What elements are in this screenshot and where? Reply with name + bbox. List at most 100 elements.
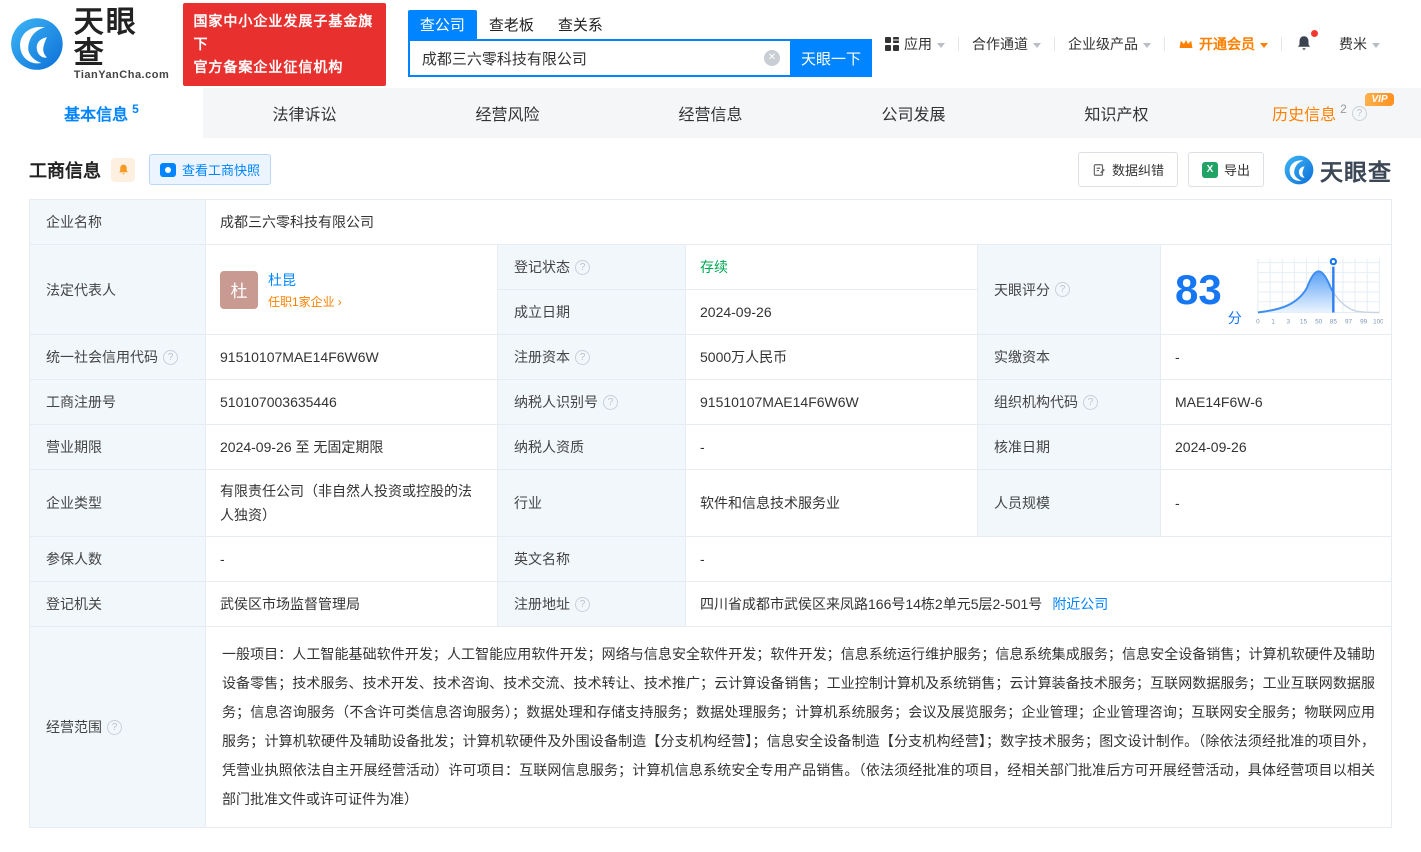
notification-dot <box>1311 29 1318 37</box>
nav-vip[interactable]: 开通会员 <box>1165 34 1281 54</box>
search-input[interactable] <box>407 39 790 77</box>
data-correction-button[interactable]: 数据纠错 <box>1077 152 1178 187</box>
nav-partner-label: 合作通道 <box>972 36 1028 52</box>
crown-icon <box>1179 40 1193 48</box>
tab-history-label: 历史信息 <box>1272 107 1337 124</box>
company-name-label: 企业名称 <box>30 200 206 245</box>
logo-swirl-icon <box>11 18 63 70</box>
tab-basic-label: 基本信息 <box>64 107 129 124</box>
legal-rep-name-link[interactable]: 杜昆 <box>268 270 342 290</box>
notification-bell[interactable] <box>1282 29 1326 55</box>
insured-count-value: - <box>206 537 498 582</box>
nav-user[interactable]: 费米 <box>1326 34 1393 54</box>
snapshot-button[interactable]: 查看工商快照 <box>149 154 272 185</box>
reg-number-value: 510107003635446 <box>206 380 498 425</box>
approval-date-value: 2024-09-26 <box>1161 425 1391 470</box>
help-icon[interactable] <box>575 349 590 365</box>
chevron-down-icon <box>1033 42 1041 48</box>
reg-capital-label: 注册资本 <box>498 335 686 380</box>
org-code-label: 组织机构代码 <box>978 380 1161 425</box>
svg-text:3: 3 <box>1286 318 1290 325</box>
industry-label: 行业 <box>498 470 686 537</box>
search-area: 查公司 查老板 查关系 ✕ 天眼一下 <box>407 10 872 77</box>
export-button[interactable]: X 导出 <box>1187 152 1264 187</box>
svg-text:85: 85 <box>1330 318 1338 325</box>
tab-risk-label: 经营风险 <box>475 107 540 124</box>
score-number: 83 <box>1175 265 1222 313</box>
reg-capital-value: 5000万人民币 <box>686 335 978 380</box>
help-icon[interactable] <box>575 596 590 612</box>
tab-operation[interactable]: 经营信息 <box>609 88 812 138</box>
gov-certification-badge: 国家中小企业发展子基金旗下 官方备案企业征信机构 <box>183 2 386 86</box>
english-name-label: 英文名称 <box>498 537 686 582</box>
logo-title: 天眼查 <box>73 5 138 71</box>
score-value: 83 分 0 1 3 15 50 85 97 99 100 <box>1161 245 1391 335</box>
legal-rep-value: 杜 杜昆 任职1家企业 <box>206 245 498 335</box>
help-icon[interactable] <box>107 719 122 735</box>
paid-capital-value: - <box>1161 335 1391 380</box>
tab-legal-label: 法律诉讼 <box>272 107 337 124</box>
tianyancha-logo[interactable]: 天眼查 TianYanCha.com <box>10 5 169 82</box>
score-distribution-chart: 0 1 3 15 50 85 97 99 100 <box>1256 255 1383 325</box>
search-button[interactable]: 天眼一下 <box>790 39 872 77</box>
watermark-logo: 天眼查 <box>1284 153 1392 187</box>
document-edit-icon <box>1093 163 1105 176</box>
staff-size-label: 人员规模 <box>978 470 1161 537</box>
tab-risk[interactable]: 经营风险 <box>406 88 609 138</box>
nav-apps-label: 应用 <box>904 36 932 52</box>
help-icon[interactable] <box>603 394 618 410</box>
taxpayer-quality-value: - <box>686 425 978 470</box>
tab-legal[interactable]: 法律诉讼 <box>203 88 406 138</box>
paid-capital-label: 实缴资本 <box>978 335 1161 380</box>
score-unit: 分 <box>1227 310 1242 326</box>
establish-date-value: 2024-09-26 <box>686 290 978 335</box>
section-title: 工商信息 <box>29 160 101 181</box>
subscribe-bell-button[interactable] <box>111 157 135 182</box>
avatar[interactable]: 杜 <box>220 270 258 309</box>
tab-ip[interactable]: 知识产权 <box>1015 88 1218 138</box>
reg-address-label: 注册地址 <box>498 582 686 627</box>
tab-operation-label: 经营信息 <box>678 107 743 124</box>
chevron-down-icon <box>1143 42 1151 48</box>
vip-badge: VIP <box>1365 93 1394 106</box>
taxpayer-id-label: 纳税人识别号 <box>498 380 686 425</box>
top-header: 天眼查 TianYanCha.com 国家中小企业发展子基金旗下 官方备案企业征… <box>0 0 1421 88</box>
clear-icon[interactable]: ✕ <box>764 50 780 66</box>
help-icon[interactable] <box>163 349 178 365</box>
tab-ip-label: 知识产权 <box>1084 107 1149 124</box>
nearby-companies-link[interactable]: 附近公司 <box>1052 594 1108 614</box>
reg-address-value: 四川省成都市武侯区来凤路166号14栋2单元5层2-501号 附近公司 <box>686 582 1391 627</box>
tab-history[interactable]: VIP 历史信息 2 <box>1218 88 1421 138</box>
business-info-table: 企业名称 成都三六零科技有限公司 法定代表人 杜 杜昆 任职1家企业 登记状态 … <box>29 199 1392 828</box>
credit-code-label: 统一社会信用代码 <box>30 335 206 380</box>
nav-enterprise[interactable]: 企业级产品 <box>1055 34 1164 54</box>
svg-text:97: 97 <box>1345 318 1353 325</box>
svg-text:50: 50 <box>1315 318 1323 325</box>
help-icon[interactable] <box>1055 282 1070 297</box>
score-label: 天眼评分 <box>978 245 1161 335</box>
nav-enterprise-label: 企业级产品 <box>1068 36 1138 52</box>
search-tab-company[interactable]: 查公司 <box>407 10 477 39</box>
export-label: 导出 <box>1223 163 1250 178</box>
help-icon[interactable] <box>1351 105 1367 121</box>
tab-basic-info[interactable]: 基本信息 5 <box>0 88 203 138</box>
apps-grid-icon <box>885 37 899 51</box>
establish-date-label: 成立日期 <box>498 290 686 335</box>
svg-text:0: 0 <box>1256 318 1260 325</box>
approval-date-label: 核准日期 <box>978 425 1161 470</box>
search-tab-boss[interactable]: 查老板 <box>477 10 546 39</box>
nav-apps[interactable]: 应用 <box>872 34 958 54</box>
legal-rep-positions-link[interactable]: 任职1家企业 <box>268 293 342 310</box>
chevron-down-icon <box>1372 42 1380 48</box>
tab-development[interactable]: 公司发展 <box>812 88 1015 138</box>
chevron-down-icon <box>937 42 945 48</box>
search-tab-relation[interactable]: 查关系 <box>546 10 615 39</box>
svg-text:15: 15 <box>1300 318 1308 325</box>
username: 费米 <box>1339 36 1367 52</box>
reg-status-value: 存续 <box>686 245 978 290</box>
help-icon[interactable] <box>1083 394 1098 410</box>
company-type-value: 有限责任公司（非自然人投资或控股的法人独资） <box>206 470 498 537</box>
business-scope-label: 经营范围 <box>30 627 206 827</box>
nav-partner[interactable]: 合作通道 <box>959 34 1054 54</box>
help-icon[interactable] <box>575 259 590 275</box>
